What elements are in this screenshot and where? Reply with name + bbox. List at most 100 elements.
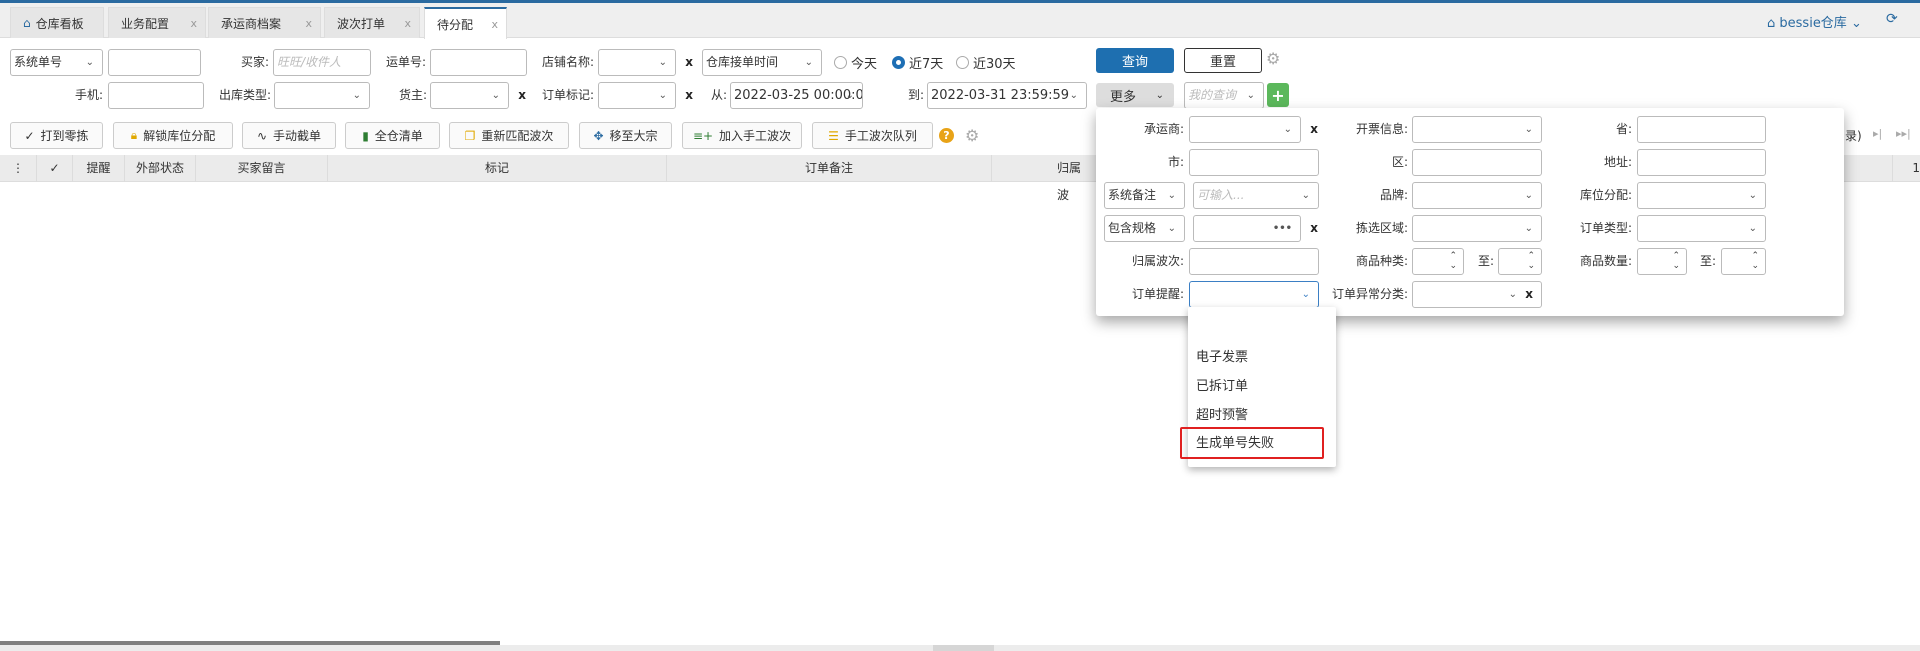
tab-business-config[interactable]: 业务配置 x <box>108 7 206 38</box>
remark-input[interactable]: 可输入... ⌄ <box>1193 182 1319 209</box>
invoice-select[interactable]: ⌄ <box>1412 116 1542 143</box>
goods-qty-max-stepper[interactable]: ⌃ ⌄ <box>1721 248 1766 275</box>
unlock-location-button[interactable]: 🔒︎ 解锁库位分配 <box>113 122 233 149</box>
location-allocation-label: 库位分配: <box>1579 188 1632 202</box>
close-icon[interactable]: x <box>404 17 411 30</box>
column-buyer-message[interactable]: 买家留言 <box>196 155 328 182</box>
outbound-type-select[interactable]: ⌄ <box>274 82 370 109</box>
option-empty[interactable] <box>1196 319 1326 335</box>
tab-pending-allocation[interactable]: 待分配 x <box>424 7 507 39</box>
province-input[interactable] <box>1637 116 1766 143</box>
radio-last-30-days[interactable]: 近30天 <box>956 49 1016 76</box>
outbound-type-label: 出库类型: <box>218 88 271 102</box>
shop-select[interactable]: ⌄ x <box>598 49 693 76</box>
close-icon[interactable]: x <box>491 18 498 31</box>
tab-carrier-archive[interactable]: 承运商档案 x <box>208 7 321 38</box>
goods-qty-label: 商品数量: <box>1579 254 1632 268</box>
check-icon: ✓ <box>24 128 35 143</box>
city-label: 市: <box>1167 155 1184 169</box>
tab-bar: ⌂ 仓库看板 业务配置 x 承运商档案 x 波次打单 x 待分配 x ⌂ bessie仓库… <box>0 3 1920 39</box>
rematch-wave-button[interactable]: ❐ 重新匹配波次 <box>449 122 569 149</box>
manual-wave-queue-button[interactable]: ☰ 手工波次队列 <box>812 122 933 149</box>
column-select-all[interactable]: ✓ <box>37 155 73 182</box>
plus-icon: + <box>1271 85 1285 105</box>
scrollbar-handle[interactable] <box>933 645 994 651</box>
phone-input[interactable] <box>108 82 204 109</box>
pick-to-retail-button[interactable]: ✓ 打到零拣 <box>10 122 103 149</box>
query-button[interactable]: 查询 <box>1096 48 1174 73</box>
order-mark-label: 订单标记: <box>541 88 594 102</box>
to-label: 到: <box>907 88 924 102</box>
refresh-icon[interactable]: ⟳ <box>1886 11 1898 27</box>
carrier-select[interactable]: ⌄ x <box>1189 116 1318 143</box>
option-e-invoice[interactable]: 电子发票 <box>1196 346 1248 365</box>
more-button[interactable]: 更多 ⌄ <box>1096 83 1174 107</box>
warehouse-switcher[interactable]: ⌂ bessie仓库 ⌄ <box>1767 12 1862 31</box>
from-date-input[interactable]: 2022-03-25 00:00:00 ⌄ <box>730 82 863 109</box>
tab-warehouse-board[interactable]: ⌂ 仓库看板 <box>10 7 104 38</box>
option-split-order[interactable]: 已拆订单 <box>1196 375 1248 394</box>
system-number-input[interactable] <box>108 49 201 76</box>
column-order-remark[interactable]: 订单备注 <box>667 155 992 182</box>
order-type-label: 订单类型: <box>1579 221 1632 235</box>
radio-today[interactable]: 今天 <box>834 49 877 76</box>
move-to-bulk-button[interactable]: ✥ 移至大宗 <box>579 122 672 149</box>
wave-input[interactable] <box>1189 248 1319 275</box>
brand-select[interactable]: ⌄ <box>1412 182 1542 209</box>
city-input[interactable] <box>1189 149 1319 176</box>
close-icon[interactable]: x <box>190 17 197 30</box>
column-wave[interactable]: 归属波 <box>992 155 1092 202</box>
spec-input[interactable]: ••• x <box>1193 215 1318 242</box>
invoice-label: 开票信息: <box>1355 122 1408 136</box>
horizontal-scrollbar-thumb[interactable] <box>0 641 500 645</box>
time-type-select[interactable]: 仓库接单时间 ⌄ <box>702 49 822 76</box>
column-external-status[interactable]: 外部状态 <box>125 155 196 182</box>
help-icon[interactable]: ? <box>939 128 954 143</box>
pick-area-label: 拣选区域: <box>1355 221 1408 235</box>
column-menu[interactable]: ⋮ <box>0 155 37 182</box>
order-mark-select[interactable]: ⌄ x <box>598 82 693 109</box>
from-label: 从: <box>710 88 727 102</box>
buyer-input[interactable]: 旺旺/收件人 <box>273 49 371 76</box>
order-reminder-select[interactable]: ⌄ <box>1189 281 1319 308</box>
add-query-button[interactable]: + <box>1267 83 1289 107</box>
address-input[interactable] <box>1637 149 1766 176</box>
district-input[interactable] <box>1412 149 1542 176</box>
warehouse-list-button[interactable]: ▮ 全仓清单 <box>345 122 440 149</box>
gear-icon[interactable]: ⚙ <box>1266 49 1280 68</box>
more-filters-panel: 承运商: ⌄ x 开票信息: ⌄ 省: 市: 区: 地址: 系统备注 ⌄ 可输入..… <box>1096 108 1844 316</box>
reset-button[interactable]: 重置 <box>1184 48 1262 73</box>
add-manual-wave-button[interactable]: ≡+ 加入手工波次 <box>682 122 802 149</box>
order-exception-select[interactable]: ⌄ x <box>1412 281 1542 308</box>
next-page-icon[interactable]: ▸| <box>1873 127 1882 140</box>
owner-select[interactable]: ⌄ x <box>430 82 526 109</box>
column-reminder[interactable]: 提醒 <box>73 155 125 182</box>
province-label: 省: <box>1615 122 1632 136</box>
system-remark-select[interactable]: 系统备注 ⌄ <box>1104 182 1185 209</box>
goods-kind-max-stepper[interactable]: ⌃ ⌄ <box>1498 248 1542 275</box>
pick-area-select[interactable]: ⌄ <box>1412 215 1542 242</box>
clear-icon: x <box>1310 221 1318 235</box>
column-cell: 1 <box>1892 155 1920 182</box>
goods-kind-label: 商品种类: <box>1355 254 1408 268</box>
to-date-input[interactable]: 2022-03-31 23:59:59 ⌄ <box>927 82 1087 109</box>
tab-wave-print[interactable]: 波次打单 x <box>324 7 420 38</box>
contains-spec-select[interactable]: 包含规格 ⌄ <box>1104 215 1185 242</box>
trash-icon: ▮ <box>362 128 369 143</box>
highlight-box <box>1180 427 1324 459</box>
column-mark[interactable]: 标记 <box>328 155 667 182</box>
waybill-input[interactable] <box>430 49 527 76</box>
radio-last-7-days[interactable]: 近7天 <box>892 49 943 76</box>
manual-cutoff-button[interactable]: ∿ 手动截单 <box>242 122 336 149</box>
my-query-select[interactable]: 我的查询 ⌄ <box>1184 82 1264 109</box>
system-number-select[interactable]: 系统单号 ⌄ <box>10 49 103 76</box>
goods-qty-min-stepper[interactable]: ⌃ ⌄ <box>1637 248 1687 275</box>
last-page-icon[interactable]: ▸▸| <box>1896 127 1911 140</box>
carrier-label: 承运商: <box>1143 122 1184 136</box>
order-type-select[interactable]: ⌄ <box>1637 215 1766 242</box>
location-allocation-select[interactable]: ⌄ <box>1637 182 1766 209</box>
goods-kind-min-stepper[interactable]: ⌃ ⌄ <box>1412 248 1464 275</box>
gear-icon[interactable]: ⚙ <box>965 126 979 145</box>
close-icon[interactable]: x <box>305 17 312 30</box>
option-timeout-warning[interactable]: 超时预警 <box>1196 404 1248 423</box>
